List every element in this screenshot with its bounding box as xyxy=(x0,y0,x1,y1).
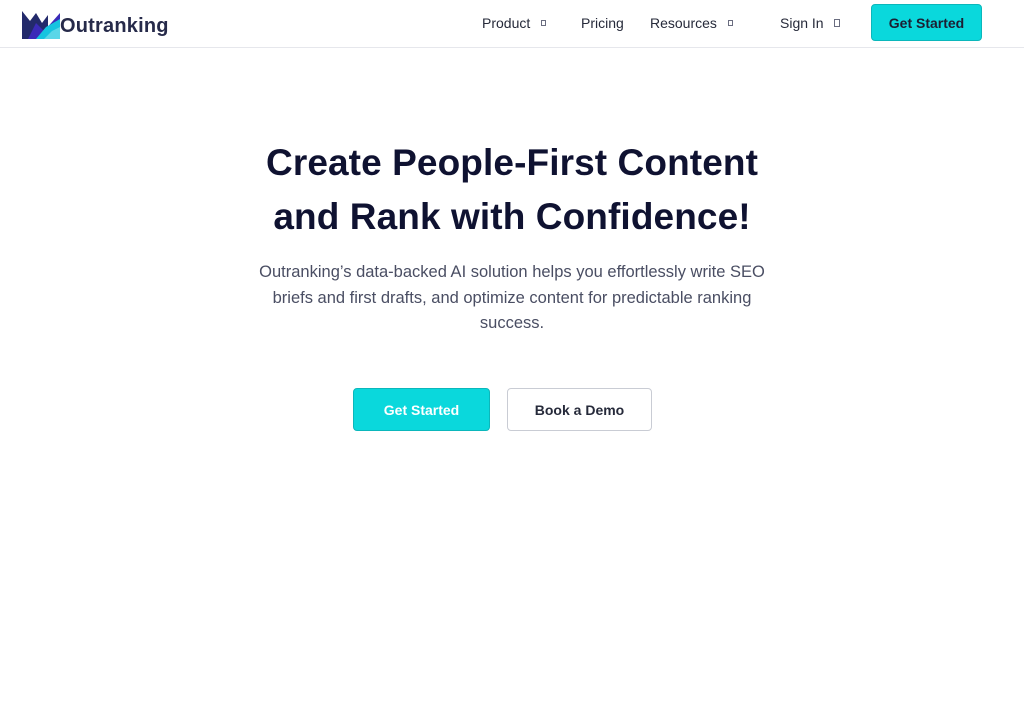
sign-in-label: Sign In xyxy=(780,15,824,31)
nav-item-resources[interactable]: Resources xyxy=(650,15,733,31)
hero-cta-row: Get Started Book a Demo xyxy=(0,388,1024,431)
header-get-started-button[interactable]: Get Started xyxy=(871,4,982,41)
nav-item-pricing-label: Pricing xyxy=(581,15,624,31)
dropdown-indicator-icon xyxy=(727,20,733,26)
site-header: Outranking Product Pricing Resources Sig… xyxy=(0,0,1024,48)
hero-title-line-1: Create People-First Content xyxy=(266,142,758,183)
hero-title: Create People-First Content and Rank wit… xyxy=(0,136,1024,244)
sign-in-link[interactable]: Sign In xyxy=(780,15,840,31)
book-demo-button[interactable]: Book a Demo xyxy=(507,388,652,431)
hero-subtitle-line-1: Outranking’s data-backed AI solution hel… xyxy=(259,263,765,281)
nav-item-product[interactable]: Product xyxy=(482,15,547,31)
dropdown-indicator-icon xyxy=(541,20,547,26)
hero-get-started-button[interactable]: Get Started xyxy=(353,388,490,431)
hero-title-line-2: and Rank with Confidence! xyxy=(273,196,751,237)
nav-item-product-label: Product xyxy=(482,15,531,31)
logo-link[interactable]: Outranking xyxy=(22,8,169,40)
hero-subtitle-line-3: success. xyxy=(479,314,545,332)
logo-text: Outranking xyxy=(60,14,169,37)
outranking-logo-icon xyxy=(22,11,60,39)
nav-item-resources-label: Resources xyxy=(650,15,717,31)
sign-in-indicator-icon xyxy=(833,19,840,27)
nav-item-pricing[interactable]: Pricing xyxy=(581,15,624,31)
hero-subtitle-line-2: briefs and first drafts, and optimize co… xyxy=(272,288,752,307)
hero-subtitle: Outranking’s data-backed AI solution hel… xyxy=(242,260,782,337)
